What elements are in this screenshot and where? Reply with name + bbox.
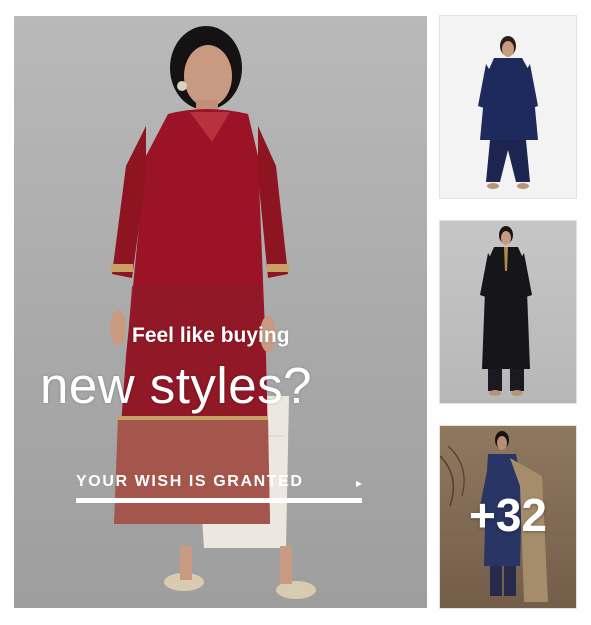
wish-granted-link[interactable]: YOUR WISH IS GRANTED ▸ bbox=[76, 473, 362, 503]
cta-label: YOUR WISH IS GRANTED bbox=[76, 473, 304, 490]
product-thumbnail-2[interactable] bbox=[440, 221, 576, 403]
hero-model-image bbox=[110, 26, 316, 599]
more-products-thumbnail[interactable]: +32 bbox=[440, 426, 576, 608]
cta-underline bbox=[76, 498, 362, 503]
black-kurta-image bbox=[480, 226, 532, 396]
product-thumbnail-1[interactable] bbox=[440, 16, 576, 198]
navy-kurta-image bbox=[478, 36, 538, 189]
more-count-label: +32 bbox=[468, 489, 548, 541]
hero-banner[interactable]: Feel like buying new styles? YOUR WISH I… bbox=[14, 16, 427, 608]
chevron-right-icon: ▸ bbox=[355, 476, 362, 490]
